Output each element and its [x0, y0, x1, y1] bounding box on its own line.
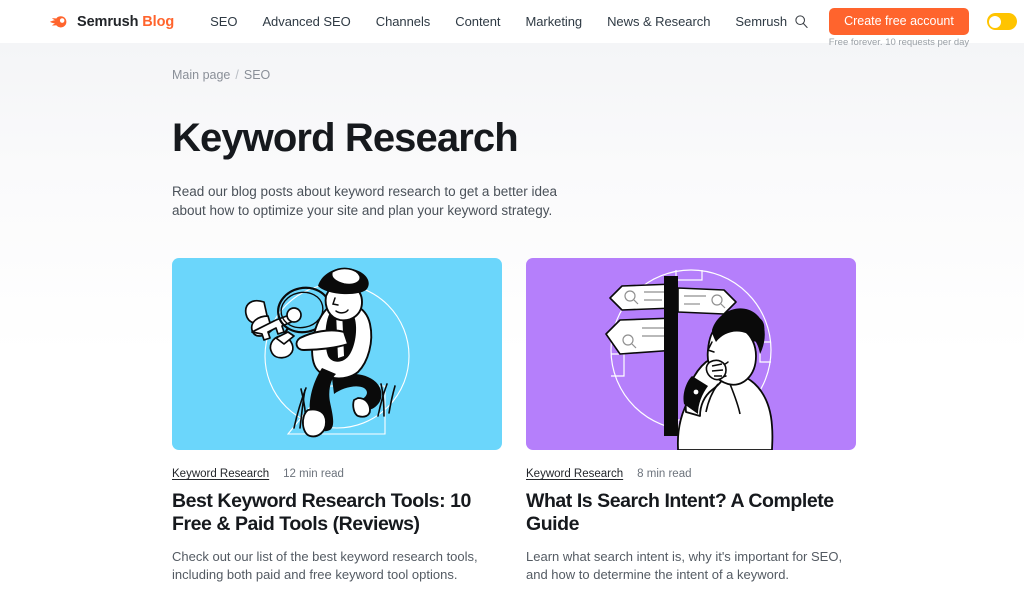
semrush-comet-icon	[49, 16, 67, 28]
signpost-search-intent-illustration	[526, 258, 856, 451]
article-read-time: 8 min read	[637, 468, 692, 481]
main-navigation: SEO Advanced SEO Channels Content Market…	[210, 14, 787, 29]
toggle-knob	[989, 15, 1002, 28]
breadcrumb-main-page[interactable]: Main page	[172, 68, 230, 82]
article-excerpt: Check out our list of the best keyword r…	[172, 548, 478, 582]
article-title[interactable]: What Is Search Intent? A Complete Guide	[526, 490, 856, 535]
breadcrumb: Main page / SEO	[172, 43, 904, 82]
brand-suffix: Blog	[142, 13, 175, 30]
breadcrumb-separator: /	[235, 68, 239, 82]
page-body: Main page / SEO Keyword Research Read ou…	[0, 43, 1024, 596]
article-meta: Keyword Research 12 min read	[172, 468, 502, 480]
article-grid: Keyword Research 12 min read Best Keywor…	[172, 258, 904, 596]
create-free-account-button[interactable]: Create free account	[829, 7, 969, 36]
brand-name: Semrush Blog	[77, 13, 175, 30]
semrush-blog-logo[interactable]: Semrush Blog	[48, 11, 174, 32]
header-actions: Create free account Free forever. 10 req…	[787, 7, 1024, 48]
article-category[interactable]: Keyword Research	[172, 468, 269, 480]
article-meta: Keyword Research 8 min read	[526, 468, 856, 480]
article-excerpt: Learn what search intent is, why it's im…	[526, 548, 843, 582]
cta-note: Free forever. 10 requests per day	[828, 36, 970, 48]
article-card[interactable]: Keyword Research 8 min read What Is Sear…	[526, 258, 856, 596]
page-title: Keyword Research	[172, 116, 519, 160]
nav-item-content[interactable]: Content	[455, 14, 500, 29]
site-header: Semrush Blog SEO Advanced SEO Channels C…	[0, 0, 1024, 48]
search-icon	[794, 15, 808, 29]
theme-toggle[interactable]	[986, 13, 1017, 30]
nav-item-seo[interactable]: SEO	[210, 14, 237, 29]
explorer-magnifying-glass-illustration	[172, 258, 502, 451]
breadcrumb-current[interactable]: SEO	[244, 68, 270, 82]
nav-item-channels[interactable]: Channels	[376, 14, 431, 29]
nav-item-marketing[interactable]: Marketing	[525, 14, 582, 29]
nav-item-semrush[interactable]: Semrush	[735, 14, 787, 29]
article-thumbnail[interactable]	[172, 258, 502, 451]
search-button[interactable]	[787, 8, 815, 36]
article-category[interactable]: Keyword Research	[526, 468, 623, 480]
article-thumbnail[interactable]	[526, 258, 856, 451]
page-description: Read our blog posts about keyword resear…	[172, 184, 557, 219]
article-card[interactable]: Keyword Research 12 min read Best Keywor…	[172, 258, 502, 596]
nav-item-news-and-research[interactable]: News & Research	[607, 14, 710, 29]
content-container: Main page / SEO Keyword Research Read ou…	[0, 43, 1024, 596]
article-title[interactable]: Best Keyword Research Tools: 10 Free & P…	[172, 490, 502, 535]
nav-item-advanced-seo[interactable]: Advanced SEO	[262, 14, 350, 29]
article-read-time: 12 min read	[283, 468, 344, 481]
cta-container: Create free account Free forever. 10 req…	[829, 7, 969, 48]
